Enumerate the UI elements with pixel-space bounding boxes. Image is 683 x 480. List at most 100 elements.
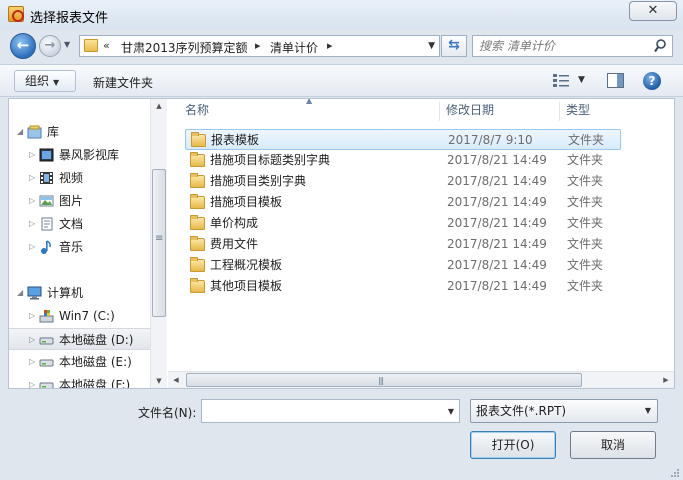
sort-ascending-icon: ▲: [306, 99, 313, 105]
file-list: 名称 ▲ 修改日期 类型 报表模板 2017/8/7 9:10 文件夹 措施项目标题类…: [168, 99, 674, 388]
horizontal-scrollbar[interactable]: ◀ ▶: [168, 371, 674, 388]
file-row[interactable]: 其他项目模板 2017/8/21 14:49 文件夹: [185, 276, 621, 297]
sidebar-item-label: 计算机: [47, 286, 84, 300]
column-header-name[interactable]: 名称: [185, 99, 209, 122]
expanded-arrow-icon[interactable]: ◢: [17, 121, 23, 143]
video-icon: [40, 172, 53, 184]
close-button[interactable]: ✕: [629, 1, 677, 21]
breadcrumb-chevron-icon[interactable]: ▸: [255, 39, 261, 52]
scrollbar-thumb[interactable]: [152, 169, 166, 317]
sidebar-item[interactable]: ▷ 暴风影视库: [9, 144, 150, 166]
scroll-up-icon[interactable]: ▲: [151, 99, 167, 113]
drive-icon: [39, 382, 54, 388]
expand-arrow-icon[interactable]: ▷: [29, 190, 35, 212]
new-folder-button[interactable]: 新建文件夹: [93, 74, 153, 91]
sidebar-item[interactable]: ▷ 本地磁盘 (D:): [9, 328, 150, 350]
sidebar-item[interactable]: ▷ 图片: [9, 190, 150, 212]
filetype-select[interactable]: 报表文件(*.RPT) ▼: [470, 399, 658, 423]
address-overflow[interactable]: «: [103, 39, 110, 52]
expand-arrow-icon[interactable]: ▷: [29, 236, 35, 258]
file-date: 2017/8/21 14:49: [447, 153, 547, 167]
chevron-down-icon[interactable]: ▼: [448, 407, 454, 416]
sidebar-item[interactable]: ▷ Win7 (C:): [9, 305, 150, 327]
file-type: 文件夹: [567, 153, 604, 167]
search-icon[interactable]: [654, 39, 666, 53]
title-bar: 选择报表文件 ✕: [0, 0, 683, 30]
address-dropdown-icon[interactable]: ▼: [428, 41, 435, 51]
scroll-right-icon[interactable]: ▶: [658, 372, 674, 388]
file-row[interactable]: 费用文件 2017/8/21 14:49 文件夹: [185, 234, 621, 255]
music-icon: [41, 240, 51, 254]
navigation-scrollbar[interactable]: ▲ ▼: [150, 99, 167, 388]
expand-arrow-icon[interactable]: ▷: [29, 329, 35, 351]
search-box[interactable]: [472, 35, 673, 57]
column-divider[interactable]: [439, 101, 440, 121]
chevron-down-icon: ▼: [53, 78, 60, 87]
sidebar-item[interactable]: ▷ 视频: [9, 167, 150, 189]
expand-arrow-icon[interactable]: ▷: [29, 167, 35, 189]
file-name: 单价构成: [210, 216, 259, 230]
file-type: 文件夹: [567, 174, 604, 188]
file-date: 2017/8/21 14:49: [447, 174, 547, 188]
open-button[interactable]: 打开(O): [470, 431, 556, 459]
search-input[interactable]: [479, 38, 649, 54]
organize-button[interactable]: 组织 ▼: [14, 70, 76, 92]
view-dropdown-icon[interactable]: ▼: [578, 75, 585, 85]
file-name: 工程概况模板: [210, 258, 283, 272]
folder-icon: [190, 257, 205, 272]
file-row[interactable]: 措施项目模板 2017/8/21 14:49 文件夹: [185, 192, 621, 213]
refresh-button[interactable]: ⇆: [441, 35, 467, 57]
forward-button[interactable]: →: [39, 35, 61, 57]
filename-label: 文件名(N):: [138, 406, 197, 420]
file-row[interactable]: 报表模板 2017/8/7 9:10 文件夹: [185, 129, 621, 150]
expand-arrow-icon[interactable]: ▷: [29, 305, 35, 327]
file-name: 措施项目标题类别字典: [210, 153, 331, 167]
file-name: 其他项目模板: [210, 279, 283, 293]
file-row[interactable]: 单价构成 2017/8/21 14:49 文件夹: [185, 213, 621, 234]
preview-pane-icon[interactable]: [607, 73, 624, 88]
breadcrumb-item[interactable]: 甘肃2013序列预算定额: [121, 39, 248, 56]
sidebar-item[interactable]: ▷ 文档: [9, 213, 150, 235]
sidebar-item-label: 暴风影视库: [59, 148, 120, 162]
expand-arrow-icon[interactable]: ▷: [29, 144, 35, 166]
scroll-down-icon[interactable]: ▼: [151, 374, 167, 388]
file-row[interactable]: 措施项目标题类别字典 2017/8/21 14:49 文件夹: [185, 150, 621, 171]
file-type: 文件夹: [567, 279, 604, 293]
folder-icon: [190, 152, 205, 167]
recent-locations-dropdown[interactable]: ▼: [64, 40, 70, 49]
file-date: 2017/8/21 14:49: [447, 279, 547, 293]
drive-icon: [39, 337, 54, 345]
file-row[interactable]: 措施项目类别字典 2017/8/21 14:49 文件夹: [185, 171, 621, 192]
sidebar-item[interactable]: ▷ 本地磁盘 (F:): [9, 374, 150, 388]
filename-input[interactable]: [206, 403, 431, 419]
resize-grip-icon[interactable]: [670, 468, 680, 478]
expand-arrow-icon[interactable]: ▷: [29, 374, 35, 388]
documents-icon: [41, 217, 53, 231]
sidebar-item[interactable]: ◢ 计算机: [9, 282, 150, 304]
expand-arrow-icon[interactable]: ▷: [29, 213, 35, 235]
scrollbar-thumb[interactable]: [186, 373, 582, 387]
column-divider[interactable]: [559, 101, 560, 121]
cancel-button[interactable]: 取消: [570, 431, 656, 459]
view-options-icon[interactable]: [553, 74, 569, 88]
column-header-type[interactable]: 类型: [566, 99, 590, 122]
expanded-arrow-icon[interactable]: ◢: [17, 282, 23, 304]
help-icon[interactable]: ?: [643, 72, 661, 90]
filename-combobox[interactable]: ▼: [201, 399, 460, 423]
file-type: 文件夹: [567, 258, 604, 272]
sidebar-item-label: 图片: [59, 194, 84, 208]
address-bar[interactable]: « 甘肃2013序列预算定额 ▸ 清单计价 ▸ ▼: [79, 35, 440, 57]
sidebar-item-label: 本地磁盘 (D:): [59, 333, 134, 347]
folder-icon: [190, 236, 205, 251]
sidebar-item[interactable]: ◢ 库: [9, 121, 150, 143]
sidebar-item[interactable]: ▷ 音乐: [9, 236, 150, 258]
file-row[interactable]: 工程概况模板 2017/8/21 14:49 文件夹: [185, 255, 621, 276]
breadcrumb-item[interactable]: 清单计价: [270, 39, 318, 56]
scroll-left-icon[interactable]: ◀: [168, 372, 184, 388]
breadcrumb-chevron-icon[interactable]: ▸: [327, 39, 333, 52]
folder-icon: [190, 194, 205, 209]
back-button[interactable]: ←: [10, 33, 36, 59]
sidebar-item[interactable]: ▷ 本地磁盘 (E:): [9, 351, 150, 373]
expand-arrow-icon[interactable]: ▷: [29, 351, 35, 373]
column-header-date[interactable]: 修改日期: [446, 99, 494, 122]
